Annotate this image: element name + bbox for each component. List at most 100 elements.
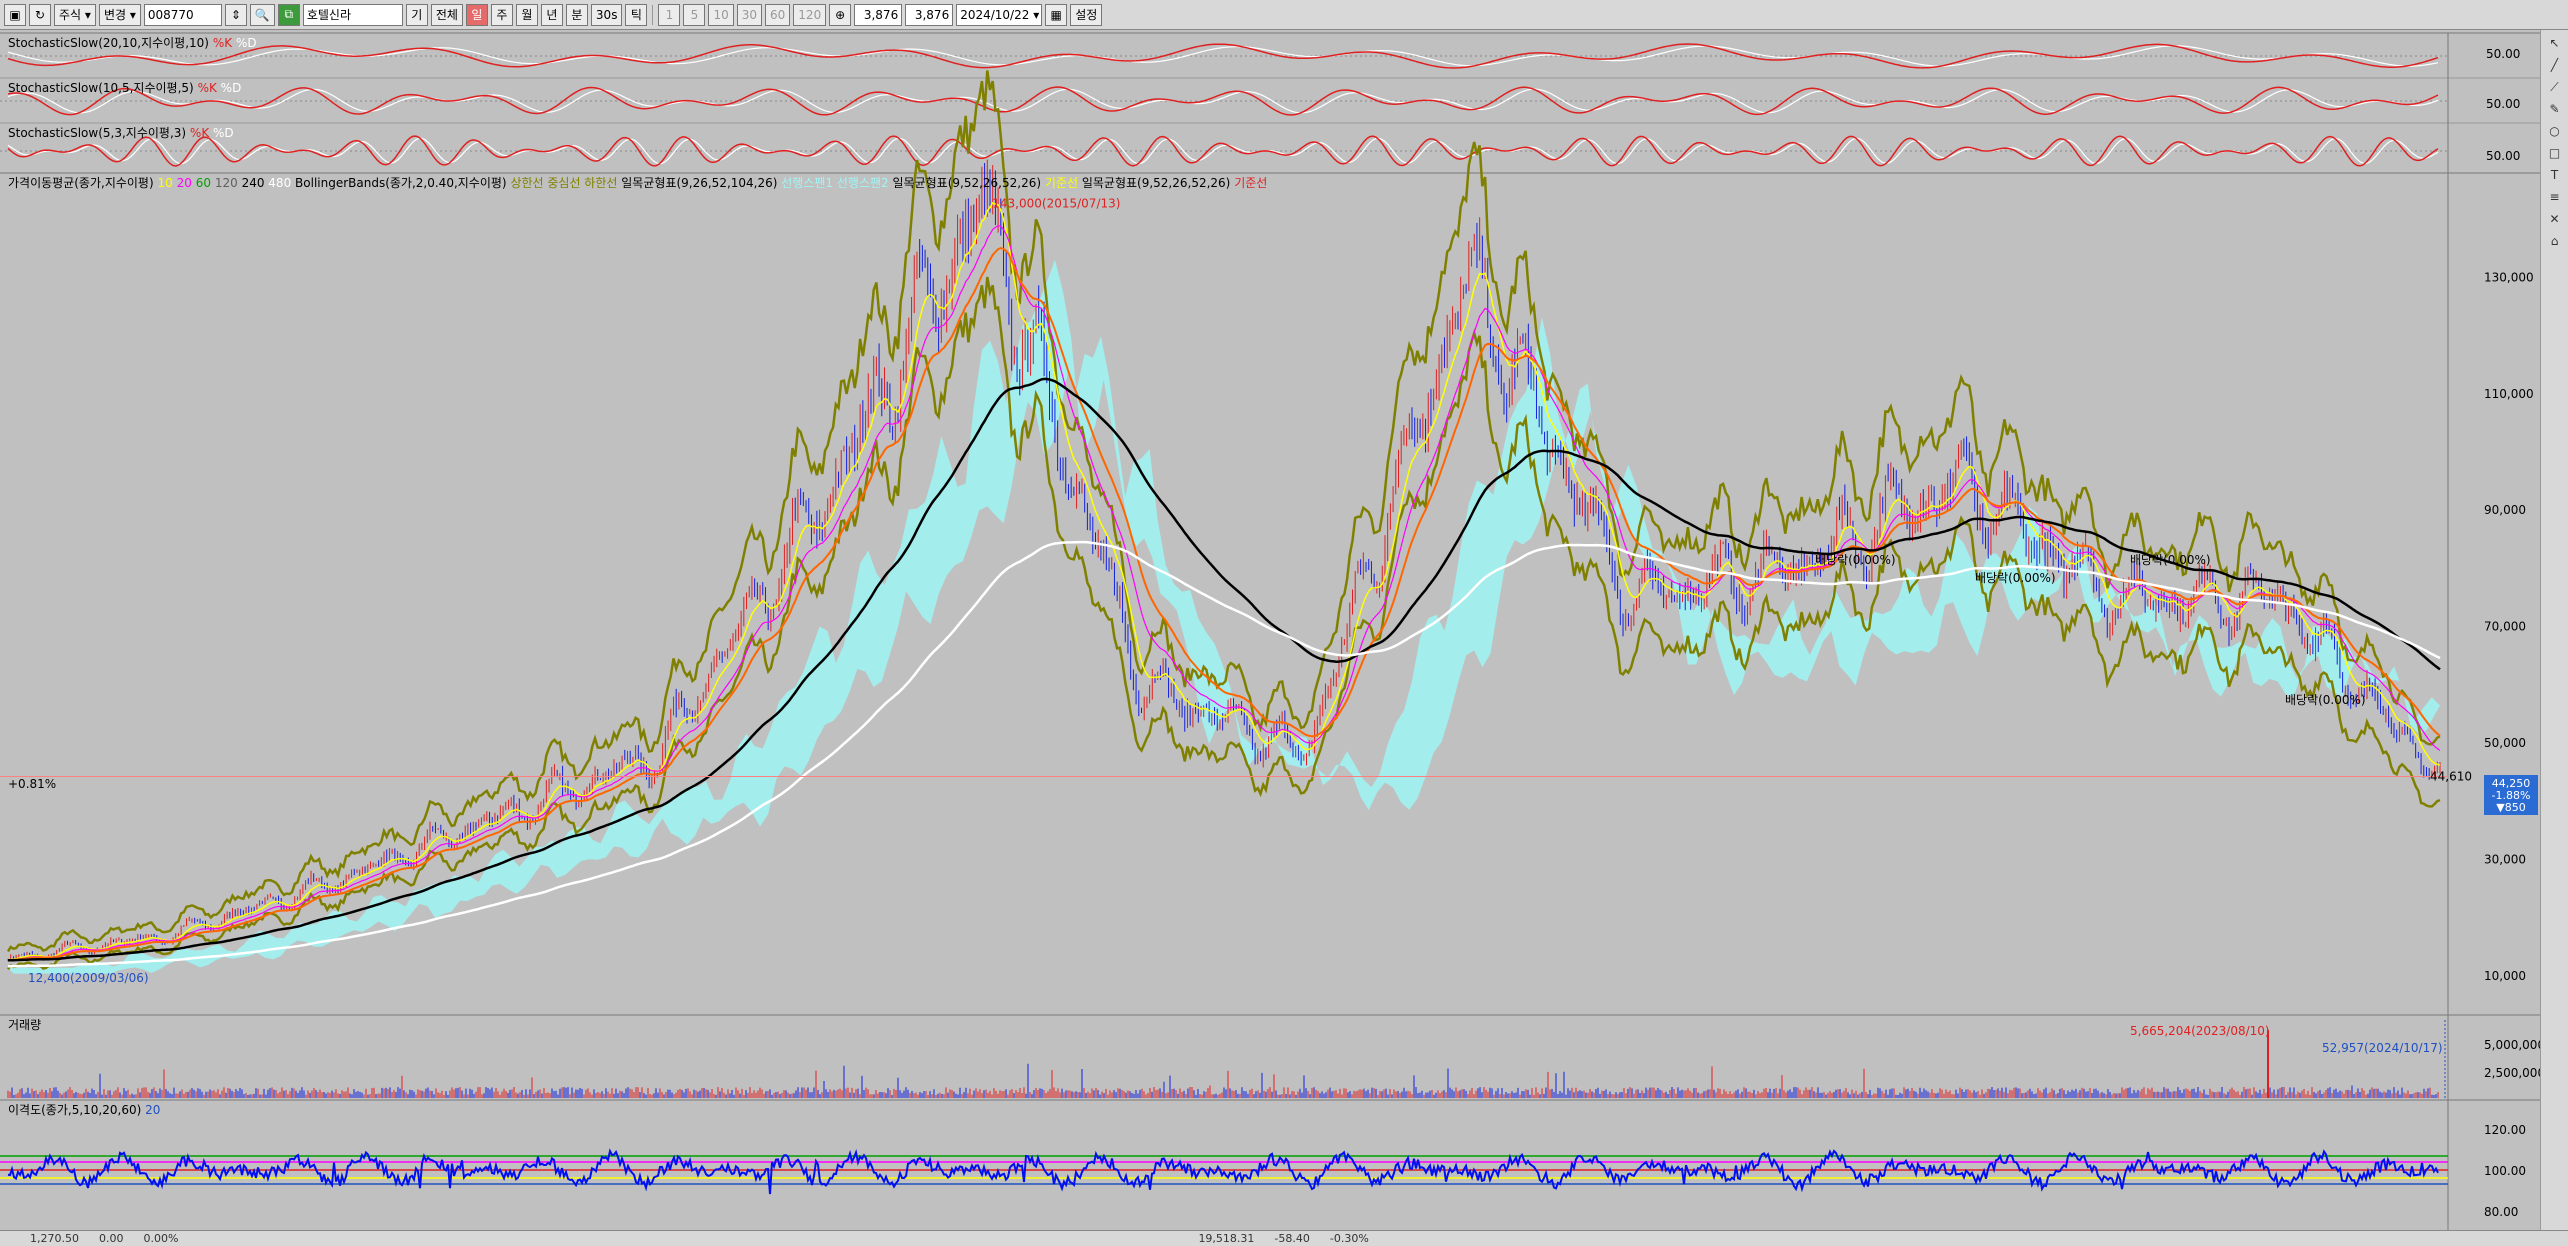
legend-ichimoku-2-lines: 기준선 [1045, 176, 1078, 190]
current-diff: ▼850 [2496, 801, 2525, 814]
price-axis-tick: 30,000 [2484, 852, 2526, 866]
line-tool-icon[interactable]: ╱ [2546, 56, 2564, 74]
market-label: 주식 [59, 8, 82, 22]
price-axis-tick: 50,000 [2484, 736, 2526, 750]
disparity-panel [0, 1148, 2448, 1195]
price-y-axis: 130,000 110,000 90,000 70,000 50,000 30,000 10… [2484, 270, 2534, 983]
link-icon[interactable]: ⧉ [277, 3, 300, 26]
all-button[interactable]: 전체 [430, 3, 463, 26]
date-input[interactable]: 2024/10/22 ▾ [956, 3, 1043, 26]
price-axis-tick: 10,000 [2484, 969, 2526, 983]
circle-tool-icon[interactable]: ○ [2546, 122, 2564, 140]
legend-ma-240: 240 [242, 176, 265, 190]
legend-ma-20: 20 [177, 176, 192, 190]
period-day-button[interactable]: 일 [465, 3, 488, 26]
chart-canvas[interactable]: StochasticSlow(20,10,지수이평,10) %K %D Stoc… [0, 30, 2545, 1230]
chart-area[interactable]: StochasticSlow(20,10,지수이평,10) %K %D Stoc… [0, 30, 2568, 1230]
legend-ichimoku-1-lines: 선행스팬1 선행스팬2 [781, 175, 888, 190]
ma-10 [7, 201, 2441, 962]
period-tick-button[interactable]: 틱 [625, 3, 648, 26]
tick-10-button[interactable]: 10 [708, 3, 734, 26]
calendar-icon[interactable]: ▦ [1045, 3, 1068, 26]
gi-button[interactable]: 기 [405, 3, 428, 26]
stoch1-level-label: 50.00 [2486, 47, 2520, 61]
legend-ichimoku-3-lines: 기준선 [1234, 176, 1267, 190]
stoch2-title-text: StochasticSlow(10,5,지수이평,5) [8, 81, 194, 95]
count-right: 3,876 [914, 7, 950, 22]
tick-5-button[interactable]: 5 [683, 3, 706, 26]
legend-ma-60: 60 [196, 176, 211, 190]
status-item-5: -58.40 [1274, 1232, 1310, 1245]
stoch3-k-label: %K [190, 126, 210, 140]
stochastic-panels [0, 43, 2448, 167]
disparity-axis-120: 120.00 [2484, 1123, 2526, 1137]
window-icon[interactable]: ▣ [4, 3, 26, 26]
code-input[interactable]: 008770 [143, 3, 222, 26]
low-label: 12,400(2009/03/06) [28, 971, 149, 985]
market-select[interactable]: 주식 ▾ [54, 3, 96, 26]
count-right-input[interactable]: 3,876 [905, 3, 954, 26]
stoch-k-line [7, 135, 2439, 167]
legend-ma-10: 10 [158, 176, 173, 190]
rect-tool-icon[interactable]: □ [2546, 144, 2564, 162]
tick-120-button[interactable]: 120 [793, 3, 827, 26]
tick-1-button[interactable]: 1 [658, 3, 681, 26]
legend-bb: BollingerBands(종가,2,0.40,지수이평) [295, 176, 507, 190]
tick-60-button[interactable]: 60 [765, 3, 791, 26]
last-price-label: 44,610 [2430, 770, 2472, 784]
fibonacci-tool-icon[interactable]: ≡ [2546, 188, 2564, 206]
stoch1-d-label: %D [236, 36, 257, 50]
trend-tool-icon[interactable]: ⟋ [2546, 78, 2564, 96]
status-item-4: 19,518.31 [1198, 1232, 1255, 1245]
mode-select[interactable]: 변경 ▾ [98, 3, 141, 26]
refresh-icon[interactable]: ↻ [29, 3, 51, 26]
stoch3-title-text: StochasticSlow(5,3,지수이평,3) [8, 126, 186, 140]
cursor-icon[interactable]: ↖ [2546, 34, 2564, 52]
pen-tool-icon[interactable]: ✎ [2546, 100, 2564, 118]
mode-label: 변경 [103, 8, 127, 22]
stoch3-level-label: 50.00 [2486, 149, 2520, 163]
legend-ma-120: 120 [215, 176, 238, 190]
period-year-button[interactable]: 년 [540, 3, 563, 26]
stoch3-d-label: %D [213, 126, 234, 140]
stoch2-d-label: %D [221, 81, 242, 95]
legend-ichimoku-3: 일목균형표(9,52,26,52,26) [1082, 176, 1231, 190]
stoch-d-line [7, 45, 2439, 67]
stock-name: 호텔신라 [306, 8, 351, 22]
tick-30-button[interactable]: 30 [736, 3, 763, 26]
status-item-3: 0.00% [143, 1232, 179, 1245]
date-value: 2024/10/22 [960, 7, 1030, 22]
legend-ichimoku-2: 일목균형표(9,52,26,52,26) [893, 176, 1042, 190]
volume-panel [7, 1020, 2446, 1098]
period-min-button[interactable]: 분 [565, 3, 588, 26]
period-month-button[interactable]: 월 [515, 3, 538, 26]
status-item-1: 1,270.50 [30, 1232, 79, 1245]
disparity-axis-80: 80.00 [2484, 1205, 2518, 1219]
settings-button[interactable]: 설정 [1070, 3, 1103, 26]
legend-ichimoku-1: 일목균형표(9,26,52,104,26) [621, 176, 777, 190]
text-tool-icon[interactable]: T [2546, 166, 2564, 184]
dividend-label-4: 배당락(0.00%) [2285, 693, 2366, 707]
dividend-label-1: 배당락(0.00%) [2130, 553, 2211, 567]
zoom-icon[interactable]: ⊕ [829, 3, 852, 26]
stoch-k-line [7, 86, 2439, 116]
count-left-input[interactable]: 3,876 [854, 3, 903, 26]
disparity-extra: 20 [145, 1103, 160, 1117]
price-panel [0, 70, 2448, 974]
stoch2-k-label: %K [198, 81, 218, 95]
stoch2-title: StochasticSlow(10,5,지수이평,5) %K %D [8, 81, 241, 95]
stoch1-k-label: %K [213, 36, 233, 50]
code-value: 008770 [147, 7, 194, 22]
search-icon[interactable]: 🔍 [249, 3, 275, 26]
status-bar: 1,270.50 0.00 0.00% 19,518.31 -58.40 -0.… [0, 1230, 2568, 1246]
toolbar: ▣ ↻ 주식 ▾ 변경 ▾ 008770 ⇕ 🔍 ⧉ 호텔신라 기 전체 일 주… [0, 0, 2568, 30]
disparity-axis-100: 100.00 [2484, 1164, 2526, 1178]
dividend-label-3: 배당락(0.00%) [1975, 571, 2056, 585]
legend-ma-480: 480 [268, 176, 291, 190]
period-30s-button[interactable]: 30s [590, 3, 623, 26]
lock-tool-icon[interactable]: ⌂ [2546, 232, 2564, 250]
legend-ma: 가격이동평균(종가,지수이평) [8, 176, 154, 190]
stepper-icon[interactable]: ⇕ [224, 3, 247, 26]
delete-tool-icon[interactable]: ✕ [2546, 210, 2564, 228]
period-week-button[interactable]: 주 [490, 3, 513, 26]
